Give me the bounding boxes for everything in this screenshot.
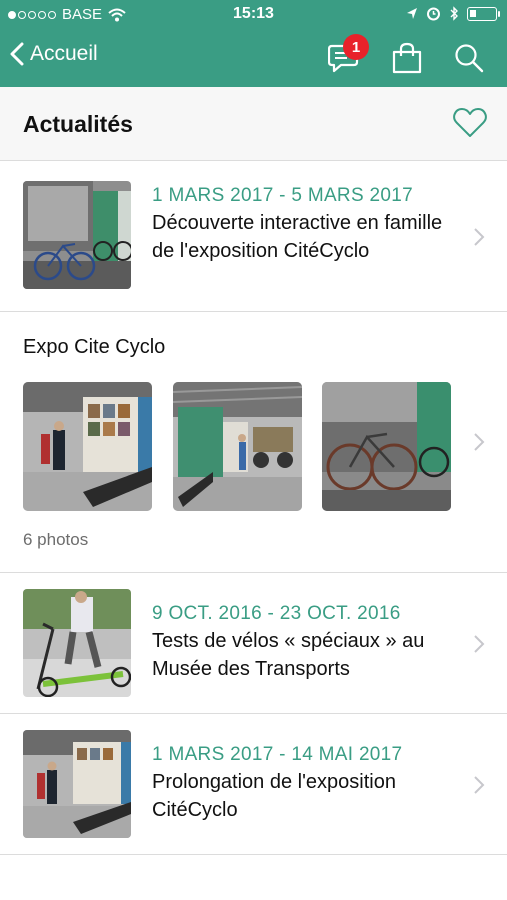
chevron-right-icon	[474, 635, 485, 653]
chevron-right-icon	[474, 433, 485, 451]
alarm-icon	[427, 7, 440, 21]
status-bar: BASE 15:13	[0, 0, 507, 30]
back-label: Accueil	[30, 42, 98, 65]
battery-icon	[467, 6, 500, 21]
bluetooth-icon	[450, 6, 458, 21]
nav-bar: Accueil 1	[0, 30, 507, 87]
news-thumbnail	[23, 181, 131, 289]
gallery-photo[interactable]	[173, 382, 302, 511]
news-text: 1 MARS 2017 - 5 MARS 2017 Découverte int…	[152, 183, 457, 265]
location-arrow-icon	[407, 8, 417, 19]
news-title: Tests de vélos « spéciaux » au Musée des…	[152, 630, 425, 680]
messages-badge: 1	[343, 34, 369, 60]
chevron-right-icon	[474, 776, 485, 794]
news-text: 9 OCT. 2016 - 23 OCT. 2016 Tests de vélo…	[152, 601, 457, 683]
search-icon	[455, 44, 484, 73]
news-date: 9 OCT. 2016 - 23 OCT. 2016	[152, 603, 401, 624]
news-thumbnail	[23, 589, 131, 697]
gallery-title: Expo Cite Cyclo	[23, 336, 166, 358]
news-date: 1 MARS 2017 - 5 MARS 2017	[152, 185, 413, 206]
basket-button[interactable]	[387, 38, 427, 78]
search-button[interactable]	[449, 38, 489, 78]
news-text: 1 MARS 2017 - 14 MAI 2017 Prolongation d…	[152, 742, 457, 824]
news-item[interactable]: 1 MARS 2017 - 5 MARS 2017 Découverte int…	[0, 161, 507, 312]
news-title: Découverte interactive en famille de l'e…	[152, 212, 443, 262]
messages-button[interactable]: 1	[325, 34, 369, 78]
news-date: 1 MARS 2017 - 14 MAI 2017	[152, 744, 403, 765]
news-item[interactable]: 9 OCT. 2016 - 23 OCT. 2016 Tests de vélo…	[0, 573, 507, 714]
gallery-photo[interactable]	[322, 382, 451, 511]
chevron-right-icon	[474, 228, 485, 246]
status-right	[406, 6, 500, 21]
gallery-count: 6 photos	[23, 530, 89, 549]
chevron-left-icon	[10, 42, 24, 66]
top-bar: BASE 15:13 Accueil 1	[0, 0, 507, 87]
news-thumbnail	[23, 730, 131, 838]
photo-gallery[interactable]: Expo Cite Cyclo 6 photos	[0, 312, 507, 573]
news-title: Prolongation de l'exposition CitéCyclo	[152, 771, 396, 821]
nav-actions: 1	[325, 34, 489, 78]
gallery-photo[interactable]	[23, 382, 152, 511]
section-header: Actualités	[0, 87, 507, 161]
page-title: Actualités	[23, 111, 133, 137]
shopping-bag-icon	[392, 42, 422, 74]
news-item[interactable]: 1 MARS 2017 - 14 MAI 2017 Prolongation d…	[0, 714, 507, 855]
back-button[interactable]: Accueil	[10, 42, 98, 66]
heart-icon[interactable]	[453, 107, 487, 139]
